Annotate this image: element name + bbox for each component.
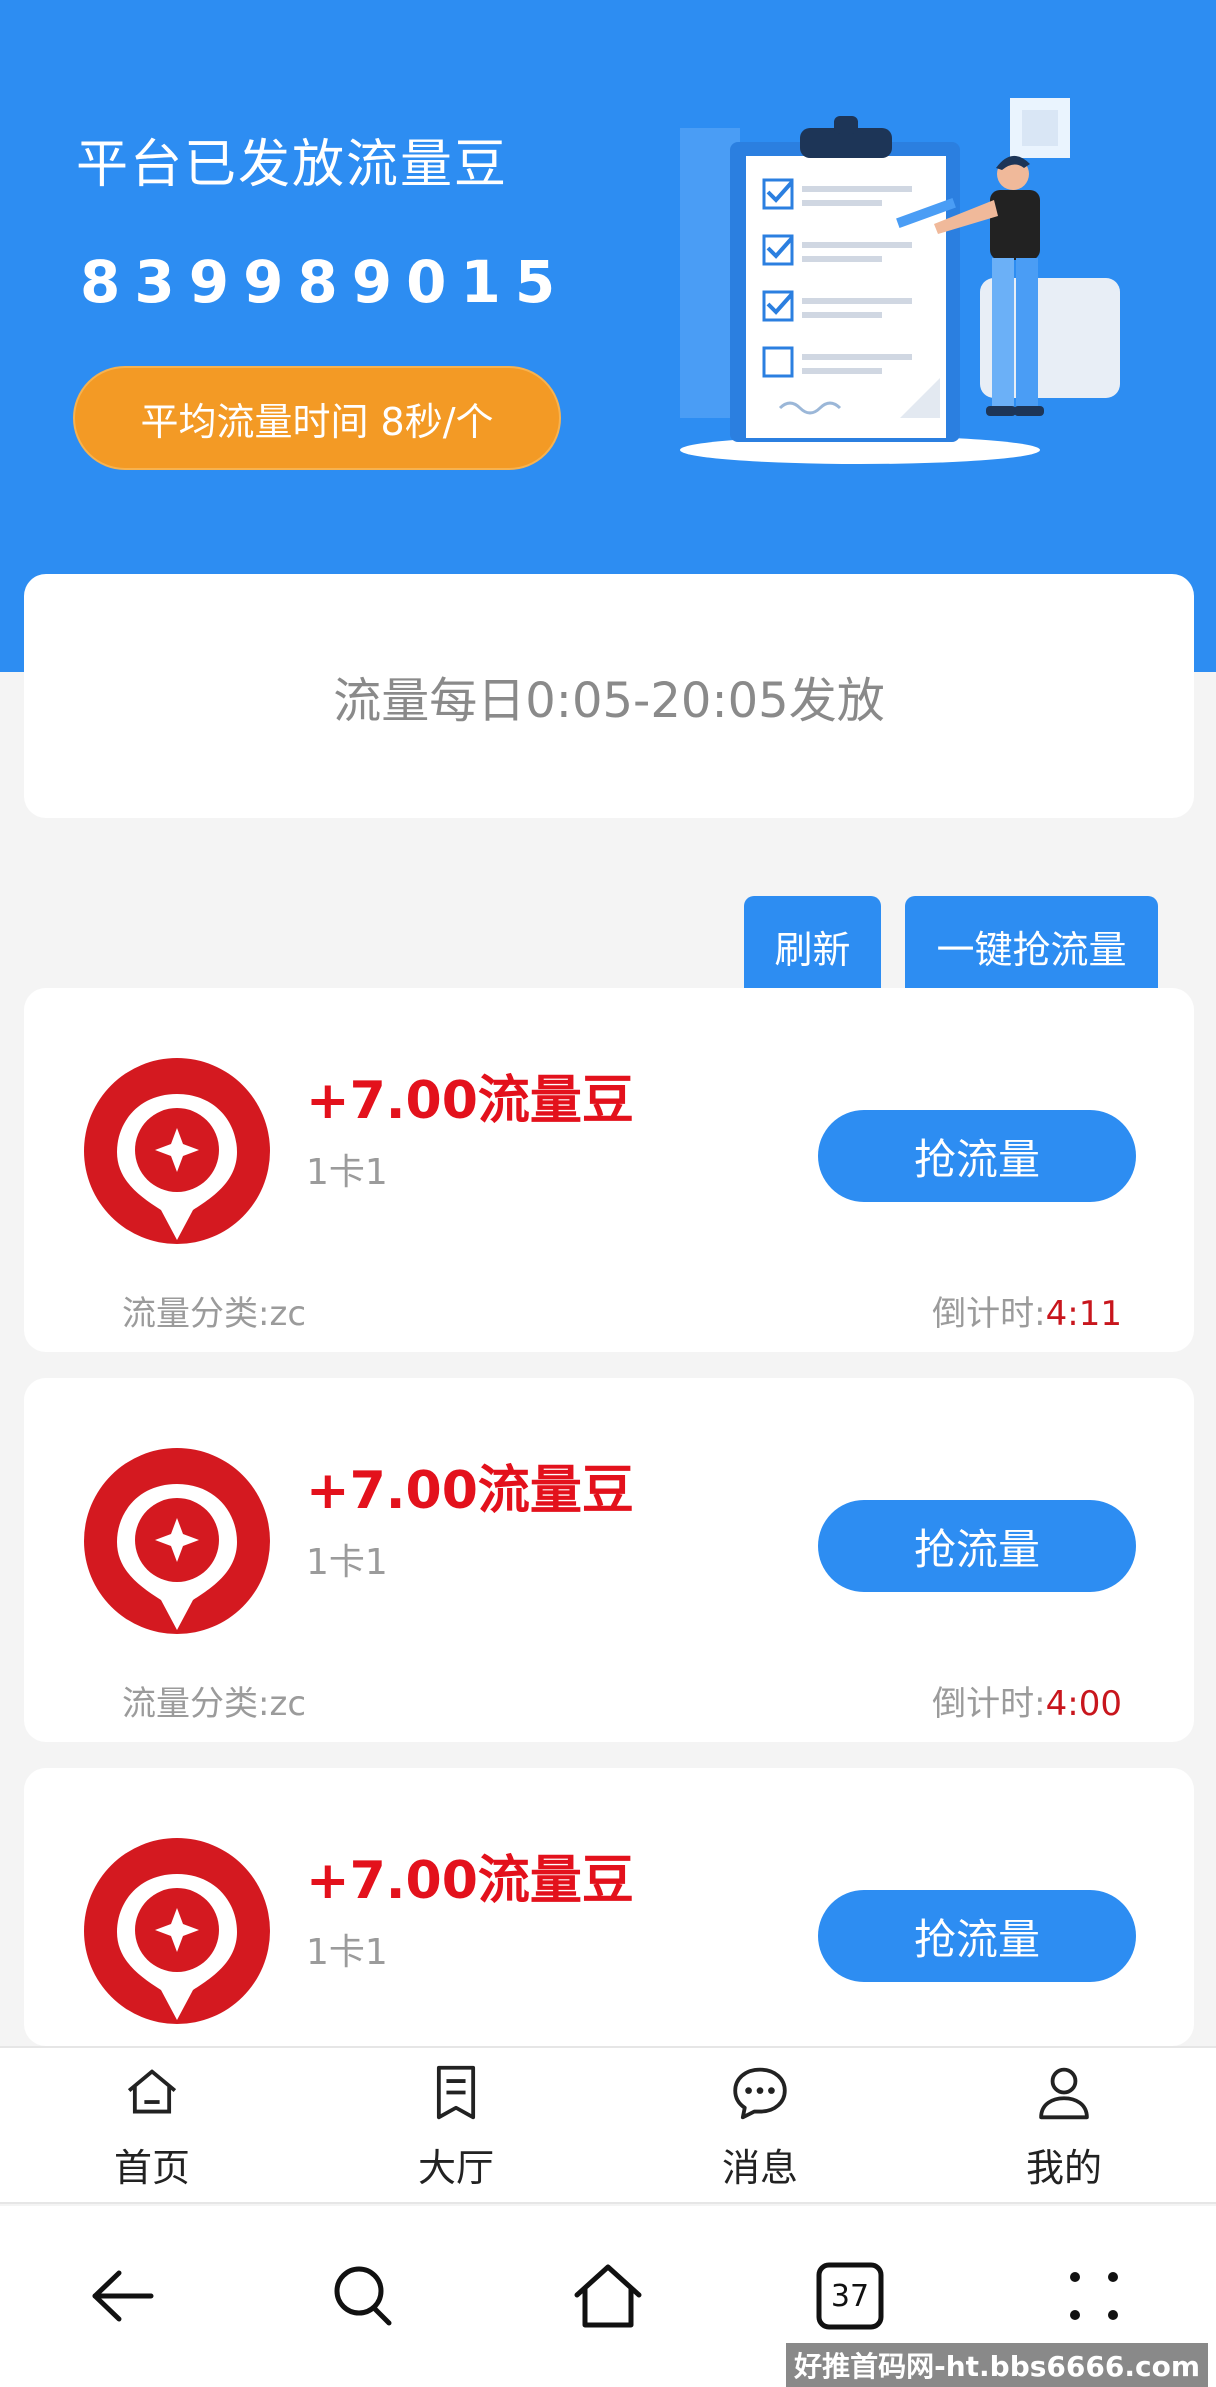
category-label: 流量分类: xyxy=(122,1294,270,1334)
card-amount: +7.00流量豆 xyxy=(306,1071,634,1131)
tab-home[interactable]: 首页 xyxy=(52,2062,252,2192)
avg-time-pill: 平均流量时间 8秒/个 xyxy=(73,366,561,470)
menu-button[interactable] xyxy=(1054,2256,1134,2336)
search-button[interactable] xyxy=(324,2256,404,2336)
countdown-value: 4:00 xyxy=(1045,1684,1122,1724)
category-value: zc xyxy=(269,1294,307,1334)
document-icon xyxy=(436,2065,476,2120)
search-icon xyxy=(334,2266,392,2326)
traffic-card: +7.00流量豆 1卡1 抢流量 流量分类:zc 倒计时:4:00 xyxy=(24,1378,1194,1742)
bean-logo-icon xyxy=(84,1448,270,1634)
issued-count: 839989015 xyxy=(80,248,570,316)
tab-label: 我的 xyxy=(1025,2146,1102,2190)
menu-icon xyxy=(1070,2272,1118,2320)
card-subtitle: 1卡1 xyxy=(306,1932,388,1973)
bean-logo-icon xyxy=(84,1838,270,2024)
hero-banner: 平台已发放流量豆 839989015 平均流量时间 8秒/个 xyxy=(0,0,1216,672)
traffic-card: +7.00流量豆 1卡1 抢流量 xyxy=(24,1768,1194,2046)
refresh-button[interactable]: 刷新 xyxy=(744,896,881,996)
card-subtitle: 1卡1 xyxy=(306,1152,388,1193)
category: 流量分类:zc xyxy=(122,1286,306,1335)
grab-button[interactable]: 抢流量 xyxy=(818,1890,1136,1982)
checklist-illustration xyxy=(680,98,1120,464)
bottom-tab-bar: 首页 大厅 消息 我的 xyxy=(0,2046,1216,2204)
category-value: zc xyxy=(269,1684,307,1724)
card-amount: +7.00流量豆 xyxy=(306,1851,634,1911)
tab-label: 消息 xyxy=(721,2146,798,2190)
countdown-label: 倒计时: xyxy=(932,1684,1046,1724)
hero-title: 平台已发放流量豆 xyxy=(76,135,509,195)
traffic-card: +7.00流量豆 1卡1 抢流量 流量分类:zc 倒计时:4:11 xyxy=(24,988,1194,1352)
tab-count: 37 xyxy=(830,2278,870,2314)
user-icon xyxy=(1039,2067,1089,2120)
tab-hall[interactable]: 大厅 xyxy=(356,2062,556,2192)
countdown: 倒计时:4:11 xyxy=(932,1286,1122,1335)
back-icon xyxy=(92,2270,154,2322)
tab-label: 大厅 xyxy=(417,2146,494,2190)
tab-messages[interactable]: 消息 xyxy=(660,2062,860,2192)
notice-card: 流量每日0:05-20:05发放 xyxy=(24,574,1194,818)
bean-logo-icon xyxy=(84,1058,270,1244)
home-icon xyxy=(127,2069,177,2114)
back-button[interactable] xyxy=(82,2256,162,2336)
home-button[interactable] xyxy=(568,2256,648,2336)
grab-button[interactable]: 抢流量 xyxy=(818,1500,1136,1592)
category: 流量分类:zc xyxy=(122,1676,306,1725)
card-subtitle: 1卡1 xyxy=(306,1542,388,1583)
countdown-label: 倒计时: xyxy=(932,1294,1046,1334)
countdown-value: 4:11 xyxy=(1045,1294,1122,1334)
countdown: 倒计时:4:00 xyxy=(932,1676,1122,1725)
grab-button[interactable]: 抢流量 xyxy=(818,1110,1136,1202)
tabs-button[interactable]: 37 xyxy=(810,2256,890,2336)
tab-mine[interactable]: 我的 xyxy=(964,2062,1164,2192)
chat-icon xyxy=(733,2067,787,2120)
home-icon xyxy=(574,2264,642,2328)
notice-text: 流量每日0:05-20:05发放 xyxy=(333,673,885,729)
card-amount: +7.00流量豆 xyxy=(306,1461,634,1521)
category-label: 流量分类: xyxy=(122,1684,270,1724)
watermark: 好推首码网-ht.bbs6666.com xyxy=(786,2343,1208,2387)
tab-label: 首页 xyxy=(113,2146,190,2190)
grab-all-button[interactable]: 一键抢流量 xyxy=(905,896,1158,996)
